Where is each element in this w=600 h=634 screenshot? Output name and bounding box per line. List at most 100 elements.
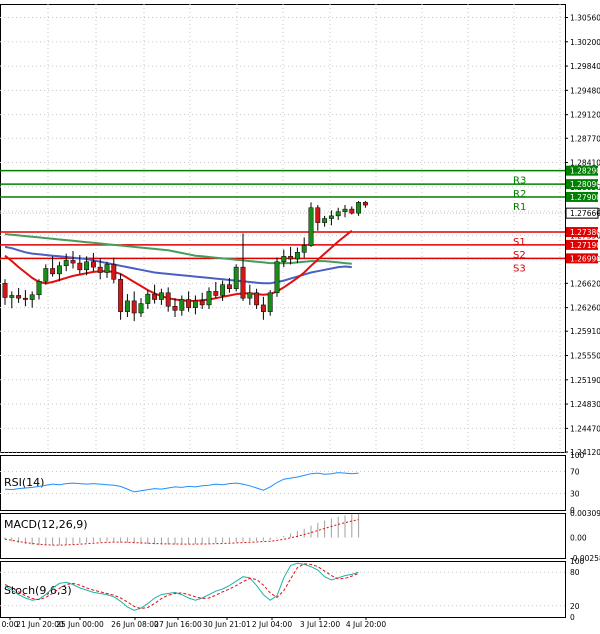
candle-body — [124, 300, 130, 312]
level-name-r3: R3 — [513, 176, 526, 187]
macd-label: MACD(12,26,9) — [4, 518, 88, 531]
x-tick-label: 3 Jul 12:00 — [300, 620, 340, 629]
x-tick-label: 27 Jun 16:00 — [154, 620, 202, 629]
y-tick-label: 1.25910 — [570, 327, 600, 336]
candle-body — [16, 295, 22, 299]
candle-body — [301, 245, 307, 253]
candle-body — [315, 207, 321, 223]
level-value-s3: 1.26990 — [570, 254, 600, 263]
level-name-s2: S2 — [513, 250, 526, 261]
y-tick-label: 1.24830 — [570, 400, 600, 409]
candle-body — [288, 256, 294, 260]
x-tick-label: 30 Jun 21:01 — [203, 620, 251, 629]
level-name-r1: R1 — [513, 202, 526, 213]
rsi-tick-label: 30 — [570, 490, 580, 499]
candle-body — [97, 266, 103, 273]
level-value-r2: 1.28090 — [570, 180, 600, 189]
candle-body — [9, 295, 15, 298]
candle-body — [179, 299, 185, 311]
candle-body — [356, 202, 362, 214]
candle-body — [118, 279, 124, 312]
candle-body — [172, 306, 178, 311]
candle-body — [247, 292, 253, 299]
stoch-tick-label: 80 — [570, 568, 580, 577]
candle-body — [165, 292, 171, 307]
level-value-s1: 1.27380 — [570, 228, 600, 237]
current-price-label: 1.27660 — [570, 209, 600, 218]
candle-body — [308, 207, 314, 246]
candle-body — [131, 300, 137, 314]
candle-body — [322, 218, 328, 223]
macd-tick-label: 0.00 — [570, 534, 587, 543]
candle-body — [226, 284, 232, 289]
y-tick-label: 1.26620 — [570, 279, 600, 288]
candle-body — [29, 294, 35, 300]
candle-body — [294, 252, 300, 260]
candle-body — [84, 261, 90, 271]
x-tick-label: 25 Jun 00:00 — [56, 620, 104, 629]
level-value-r1: 1.27900 — [570, 193, 600, 202]
candle-body — [104, 264, 110, 273]
level-name-r2: R2 — [513, 189, 526, 200]
x-tick-label: 26 Jun 08:00 — [111, 620, 159, 629]
candle-body — [138, 303, 144, 314]
candle-body — [152, 293, 158, 300]
candle-body — [36, 281, 42, 296]
y-tick-label: 1.30560 — [570, 13, 600, 22]
candle-body — [267, 292, 273, 312]
level-value-r3: 1.28290 — [570, 167, 600, 176]
candle-body — [206, 291, 212, 306]
candle-body — [233, 266, 239, 289]
candle-body — [281, 256, 287, 262]
candle-body — [90, 261, 96, 268]
macd-tick-label: 0.003093 — [570, 509, 600, 518]
y-tick-label: 1.24470 — [570, 424, 600, 433]
candle-body — [70, 260, 76, 264]
stoch-tick-label: 20 — [570, 602, 580, 611]
stoch-label: Stoch(9,6,3) — [4, 584, 72, 597]
level-name-s3: S3 — [513, 263, 526, 274]
candle-body — [158, 292, 164, 300]
candle-body — [254, 292, 260, 306]
level-name-s1: S1 — [513, 237, 526, 248]
chart-canvas: 1.30560 1.30200 1.29840 1.29480 1.29120 1.287… — [0, 0, 600, 634]
candle-body — [274, 261, 280, 294]
y-tick-label: 1.30200 — [570, 38, 600, 47]
y-tick-label: 1.28770 — [570, 134, 600, 143]
candle-body — [77, 262, 83, 271]
y-tick-label: 1.29840 — [570, 62, 600, 71]
candle-body — [145, 293, 151, 304]
x-tick-label: 2 Jul 04:00 — [252, 620, 292, 629]
candle-body — [335, 211, 341, 217]
candle-body — [192, 300, 198, 308]
candle-body — [260, 304, 266, 312]
candle-body — [22, 297, 28, 300]
rsi-tick-label: 100 — [570, 451, 585, 460]
candle-body — [240, 266, 246, 299]
rsi-tick-label: 70 — [570, 468, 580, 477]
candle-body — [349, 208, 355, 214]
candle-body — [43, 268, 49, 282]
stoch-tick-label: 0 — [570, 613, 575, 622]
candle-body — [220, 284, 226, 296]
y-tick-label: 1.25550 — [570, 352, 600, 361]
candle-body — [328, 215, 334, 219]
rsi-label: RSI(14) — [4, 476, 44, 489]
candle-body — [213, 291, 219, 296]
y-tick-label: 1.25190 — [570, 376, 600, 385]
level-value-s2: 1.27190 — [570, 241, 600, 250]
candle-body — [63, 260, 69, 267]
candle-body — [56, 265, 62, 275]
y-tick-label: 1.26260 — [570, 304, 600, 313]
candle-body — [111, 264, 117, 280]
candle-body — [342, 208, 348, 213]
candle-body — [50, 268, 56, 275]
x-tick-label: 4 Jul 20:00 — [346, 620, 386, 629]
stoch-tick-label: 100 — [570, 557, 585, 566]
candle-body — [199, 300, 205, 306]
candle-body — [186, 299, 192, 308]
candle-body — [2, 283, 8, 298]
y-tick-label: 1.29120 — [570, 111, 600, 120]
y-tick-label: 1.29480 — [570, 86, 600, 95]
candle-body — [362, 202, 368, 206]
